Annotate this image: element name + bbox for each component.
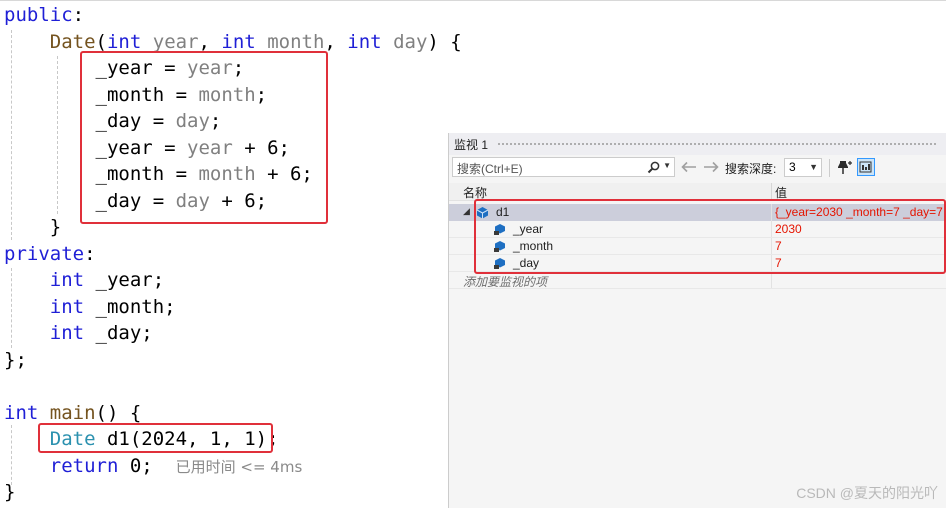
watch-title-bar[interactable]: 监视 1 [449,133,946,155]
code-token: } [4,216,62,238]
code-token: ) { [427,30,462,53]
watch-values-highlight [474,199,946,274]
code-token: main [49,401,96,424]
constructor-body-highlight [80,51,328,224]
toolbar-separator [829,159,830,177]
indent-guide [11,425,12,485]
code-token: , [324,30,348,53]
column-separator [771,272,772,289]
code-token: private [4,242,85,265]
top-border [0,0,946,1]
row-divider [449,288,946,289]
code-token: month [267,30,325,53]
code-line[interactable]: }; [4,347,27,373]
code-token: : [72,4,85,26]
code-token: _month; [84,295,176,318]
forward-arrow-icon[interactable] [703,161,719,173]
code-token: int [4,401,39,424]
search-placeholder: 搜索(Ctrl+E) [457,162,523,176]
code-line[interactable]: private: [4,241,96,267]
code-token: ( [95,30,107,53]
code-token: 0; [118,454,176,477]
code-token: Date [49,30,96,53]
expand-collapse-icon[interactable]: ◢ [463,206,470,217]
code-token: int [347,30,382,53]
code-token: year [152,30,199,53]
search-input[interactable]: 搜索(Ctrl+E) ▼ [452,157,675,177]
object-creation-highlight [38,423,273,453]
search-dropdown-icon[interactable]: ▼ [663,161,671,170]
code-line[interactable]: } [4,214,61,240]
indent-guide [11,30,12,240]
code-token: int [221,30,256,53]
code-line[interactable]: int main() { [4,400,141,426]
watermark: CSDN @夏天的阳光吖 [796,485,938,501]
search-icon[interactable] [647,161,660,174]
search-depth-label: 搜索深度: [725,162,777,176]
code-token: int [49,295,85,318]
code-token: () { [95,401,142,424]
code-line[interactable]: public: [4,2,84,28]
code-token: public [4,4,73,26]
code-token: _year; [84,269,165,291]
code-line[interactable]: } [4,479,15,505]
chevron-down-icon: ▼ [809,162,818,172]
column-resize-handle[interactable] [771,183,772,200]
code-token: int [106,30,142,53]
code-line[interactable]: int _day; [4,320,153,346]
indent-guide [11,268,12,348]
code-token: day [393,30,428,53]
watch-toolbar: 搜索(Ctrl+E) ▼ 搜索深度: 3 ▼ [449,155,946,181]
raw-view-toggle[interactable] [857,158,875,176]
elapsed-time-hint: 已用时间 <= 4ms [175,457,303,476]
code-token: } [4,481,16,503]
code-line[interactable]: int _year; [4,267,164,293]
code-token: : [84,242,96,265]
code-line[interactable]: return 0; 已用时间 <= 4ms [4,453,303,479]
add-watch-row[interactable]: 添加要监视的项 [449,272,946,289]
pin-icon[interactable] [837,159,853,176]
code-line[interactable]: int _month; [4,294,176,320]
search-depth-select[interactable]: 3 ▼ [784,158,822,177]
code-token: return [49,454,119,477]
search-depth-value: 3 [789,160,796,174]
code-token: _day; [84,322,153,344]
back-arrow-icon[interactable] [681,161,697,173]
code-token: int [49,269,85,291]
watch-title: 监视 1 [454,138,489,152]
raw-view-icon [859,161,872,173]
code-token: , [198,30,222,53]
code-token: }; [4,348,27,371]
drag-grip[interactable] [497,142,937,146]
indent-guide [57,56,58,214]
code-token: int [49,322,85,344]
watch-window: 监视 1 搜索(Ctrl+E) ▼ 搜索深度: 3 ▼ 名称 值 ◢ d1 {_… [448,133,946,508]
